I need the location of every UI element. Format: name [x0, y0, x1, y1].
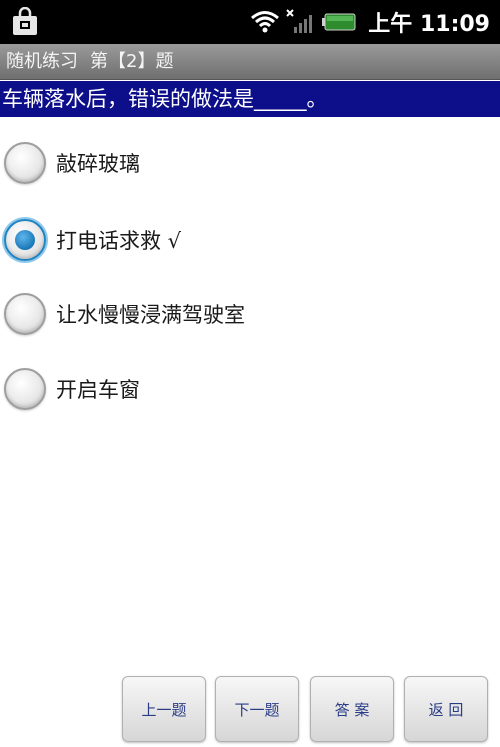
- radio-button[interactable]: [4, 142, 46, 184]
- question-text: 车辆落水后，错误的做法是_____。: [0, 81, 500, 117]
- option-label: 让水慢慢浸满驾驶室: [56, 303, 245, 327]
- option-label: 开启车窗: [56, 378, 140, 402]
- option-label: 打电话求救 √: [56, 229, 182, 253]
- practice-mode-title: 随机练习: [6, 51, 78, 72]
- battery-icon: [322, 13, 356, 31]
- option-1[interactable]: 敲碎玻璃: [4, 139, 140, 187]
- option-label: 敲碎玻璃: [56, 152, 140, 176]
- show-answer-button[interactable]: 答 案: [310, 676, 394, 742]
- no-signal-icon: [286, 9, 313, 33]
- option-2[interactable]: 打电话求救 √: [4, 216, 181, 264]
- status-bar: 上午 11:09: [0, 0, 500, 44]
- title-bar: 随机练习 第【2】题: [0, 44, 500, 80]
- status-time: 上午 11:09: [368, 12, 490, 37]
- wifi-icon: [251, 11, 280, 33]
- back-button[interactable]: 返 回: [404, 676, 488, 742]
- question-number: 第【2】题: [90, 51, 174, 72]
- option-4[interactable]: 开启车窗: [4, 365, 140, 413]
- radio-button[interactable]: [4, 368, 46, 410]
- next-question-button[interactable]: 下一题: [215, 676, 299, 742]
- radio-button[interactable]: [4, 293, 46, 335]
- radio-button-selected[interactable]: [4, 219, 46, 261]
- previous-question-button[interactable]: 上一题: [122, 676, 206, 742]
- shopping-bag-icon: [13, 7, 37, 35]
- option-3[interactable]: 让水慢慢浸满驾驶室: [4, 290, 245, 338]
